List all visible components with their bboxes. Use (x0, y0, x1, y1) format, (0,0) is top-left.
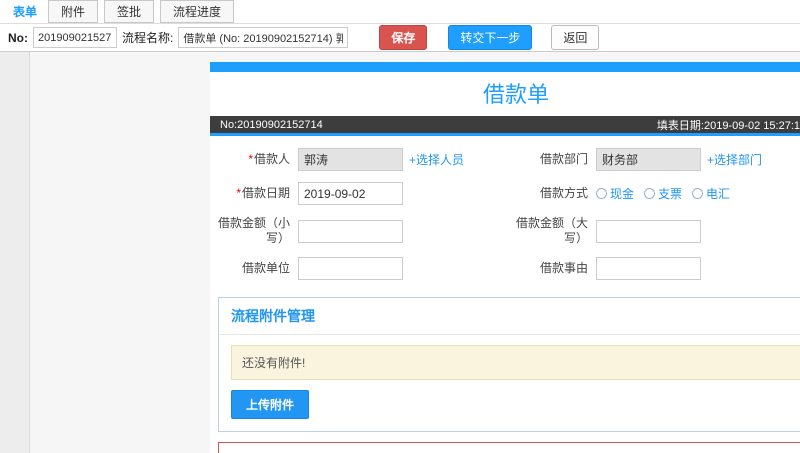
radio-wire[interactable]: 电汇 (692, 185, 730, 202)
required-marker: * (236, 186, 241, 200)
content-area: 借款单 No:20190902152714 填表日期:2019-09-02 15… (0, 52, 800, 453)
page-title: 借款单 (482, 82, 549, 107)
reason-label: 借款事由 (539, 261, 588, 275)
tab-attachments[interactable]: 附件 (48, 0, 99, 23)
attachment-section-title: 流程附件管理 (219, 298, 800, 335)
tab-form[interactable]: 表单 (8, 0, 42, 23)
form-row-3: 借款金额（小写） 借款金额（大写） (210, 216, 800, 246)
form-subheader: No:20190902152714 填表日期:2019-09-02 15:27:… (210, 116, 800, 133)
form-row-1: *借款人 +选择人员 借款部门 +选择部门 (210, 148, 800, 171)
required-marker: * (248, 152, 253, 166)
approval-section: 流程签批意见 B I abc A ✎ ⚓ ▦ ⚑ ≣ ≡ ⇤ (218, 442, 800, 453)
save-button[interactable]: 保存 (379, 25, 428, 50)
attachment-section: 流程附件管理 还没有附件! 上传附件 (218, 297, 800, 432)
amount-upper-label: 借款金额（大写） (516, 216, 589, 245)
upload-attachment-button[interactable]: 上传附件 (231, 390, 310, 419)
method-label: 借款方式 (539, 186, 588, 200)
loan-form: *借款人 +选择人员 借款部门 +选择部门 *借款日期 (210, 136, 800, 293)
form-row-2: *借款日期 借款方式 现金 支票 (210, 182, 800, 205)
department-input[interactable] (596, 148, 701, 171)
radio-icon (596, 188, 607, 199)
unit-input[interactable] (298, 257, 403, 280)
radio-cash[interactable]: 现金 (596, 185, 634, 202)
back-button[interactable]: 返回 (551, 25, 600, 50)
process-name-input[interactable] (178, 27, 349, 48)
form-row-4: 借款单位 借款事由 (210, 257, 800, 280)
method-radio-group: 现金 支票 电汇 (596, 185, 800, 202)
borrower-input[interactable] (298, 148, 403, 171)
radio-check[interactable]: 支票 (644, 185, 682, 202)
radio-icon (692, 188, 704, 199)
no-input[interactable] (33, 27, 117, 48)
no-label: No: (8, 30, 28, 45)
doc-number-text: No:20190902152714 (220, 118, 323, 131)
loan-date-label: *借款日期 (236, 186, 290, 200)
transfer-next-step-button[interactable]: 转交下一步 (448, 25, 533, 50)
process-name-label: 流程名称: (122, 31, 174, 45)
unit-label: 借款单位 (241, 261, 290, 275)
collapsed-sidebar (0, 52, 30, 453)
loan-form-panel: 借款单 No:20190902152714 填表日期:2019-09-02 15… (210, 62, 800, 453)
action-toolbar: No: 流程名称: 保存 转交下一步 返回 (0, 24, 800, 52)
tab-approval[interactable]: 签批 (104, 0, 155, 23)
panel-accent-bar (210, 62, 800, 72)
fill-date-text: 填表日期:2019-09-02 15:27:1 (656, 119, 800, 132)
amount-lower-label: 借款金额（小写） (217, 216, 290, 245)
tab-process-progress[interactable]: 流程进度 (160, 0, 235, 23)
borrower-label: *借款人 (248, 152, 290, 166)
select-person-link[interactable]: +选择人员 (409, 151, 464, 168)
approval-section-title: 流程签批意见 (219, 443, 800, 453)
select-department-link[interactable]: +选择部门 (707, 151, 762, 168)
loan-date-input[interactable] (298, 182, 403, 205)
reason-input[interactable] (596, 257, 701, 280)
amount-upper-input[interactable] (596, 219, 701, 243)
department-label: 借款部门 (539, 152, 588, 166)
radio-icon (644, 188, 656, 199)
amount-lower-input[interactable] (298, 219, 403, 243)
top-tab-bar: 表单 附件 签批 流程进度 (0, 0, 800, 24)
no-attachment-alert: 还没有附件! (231, 345, 800, 380)
